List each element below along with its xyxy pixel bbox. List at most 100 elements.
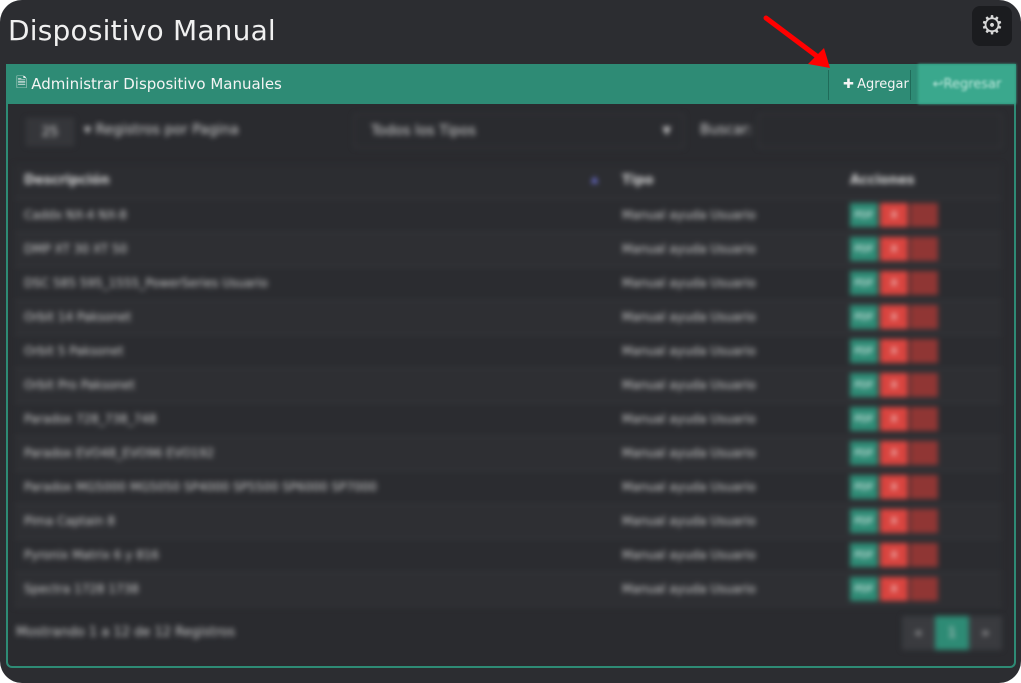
pdf-button[interactable]: PDF [850, 577, 878, 601]
cell-actions: PDF X [840, 198, 1002, 233]
row-actions: PDF X [850, 305, 1002, 329]
row-actions: PDF X [850, 339, 1002, 363]
pagination-page[interactable]: 1 [935, 616, 969, 650]
cell-type: Manual ayuda Usuario [612, 538, 840, 573]
pdf-button[interactable]: PDF [850, 305, 878, 329]
delete-button[interactable]: X [880, 271, 908, 295]
column-header-description[interactable]: Descripción ▲ [14, 164, 612, 199]
disable-button[interactable] [910, 305, 938, 329]
delete-button[interactable]: X [880, 543, 908, 567]
pdf-button[interactable]: PDF [850, 339, 878, 363]
add-button-label: Agregar [857, 76, 909, 92]
disable-button[interactable] [910, 373, 938, 397]
cell-type: Manual ayuda Usuario [612, 572, 840, 607]
table-header-row: Descripción ▲ Tipo Acciones [14, 164, 1002, 199]
cell-type: Manual ayuda Usuario [612, 470, 840, 505]
pdf-button[interactable]: PDF [850, 441, 878, 465]
row-actions: PDF X [850, 475, 1002, 499]
pdf-button[interactable]: PDF [850, 475, 878, 499]
cell-type: Manual ayuda Usuario [612, 334, 840, 369]
row-actions: PDF X [850, 543, 1002, 567]
delete-button[interactable]: X [880, 305, 908, 329]
cell-description: Paradox 728_738_748 [14, 402, 612, 437]
disable-button[interactable] [910, 441, 938, 465]
cell-description: DMP XT 30 XT 50 [14, 232, 612, 267]
page-title: Dispositivo Manual [8, 14, 276, 47]
cell-type: Manual ayuda Usuario [612, 266, 840, 301]
table-info: Mostrando 1 a 12 de 12 Registros [16, 625, 236, 640]
cell-actions: PDF X [840, 402, 1002, 437]
cell-type: Manual ayuda Usuario [612, 300, 840, 335]
cell-actions: PDF X [840, 368, 1002, 403]
cell-actions: PDF X [840, 300, 1002, 335]
table-body: Caddx NX-4 NX-8 Manual ayuda Usuario PDF X D… [14, 198, 1002, 607]
caret-down-icon: ▾ [84, 122, 92, 138]
arrow-shaft [763, 15, 825, 63]
pagination: « 1 » [902, 616, 1002, 650]
gear-icon: ⚙ [980, 11, 1004, 41]
disable-button[interactable] [910, 475, 938, 499]
cell-type: Manual ayuda Usuario [612, 402, 840, 437]
row-actions: PDF X [850, 407, 1002, 431]
disable-button[interactable] [910, 237, 938, 261]
panel-title: Administrar Dispositivo Manuales [31, 75, 282, 93]
pdf-button[interactable]: PDF [850, 271, 878, 295]
table-row: Pima Captain 8 Manual ayuda Usuario PDF X [14, 504, 1002, 539]
disable-button[interactable] [910, 577, 938, 601]
back-button[interactable]: ↩ Regresar [918, 64, 1016, 104]
pdf-button[interactable]: PDF [850, 373, 878, 397]
delete-button[interactable]: X [880, 475, 908, 499]
sort-icon: ▲ [591, 175, 598, 185]
disable-button[interactable] [910, 407, 938, 431]
table-row: Paradox 728_738_748 Manual ayuda Usuario P… [14, 402, 1002, 437]
row-actions: PDF X [850, 577, 1002, 601]
pagination-prev[interactable]: « [902, 616, 935, 650]
cell-description: Orbit 14 Paksonet [14, 300, 612, 335]
delete-button[interactable]: X [880, 509, 908, 533]
table-row: DMP XT 30 XT 50 Manual ayuda Usuario PDF X [14, 232, 1002, 267]
disable-button[interactable] [910, 271, 938, 295]
cell-description: Spectra 1728 1738 [14, 572, 612, 607]
disable-button[interactable] [910, 543, 938, 567]
back-icon: ↩ [932, 76, 944, 92]
settings-button[interactable]: ⚙ [972, 6, 1012, 46]
cell-description: Paradox EVO48_EVO96 EVO192 [14, 436, 612, 471]
search-input[interactable] [758, 114, 1002, 148]
cell-actions: PDF X [840, 572, 1002, 607]
table-row: Spectra 1728 1738 Manual ayuda Usuario PDF… [14, 572, 1002, 607]
table-controls: 25 ▾ Registros por Pagina Todos los Tipo… [14, 112, 1004, 152]
disable-button[interactable] [910, 509, 938, 533]
disable-button[interactable] [910, 203, 938, 227]
delete-button[interactable]: X [880, 577, 908, 601]
page-size-text: Registros por Pagina [95, 122, 239, 138]
devices-table: Descripción ▲ Tipo Acciones Caddx NX-4 N… [14, 164, 1002, 607]
plus-icon: ✚ [843, 76, 855, 92]
pdf-button[interactable]: PDF [850, 509, 878, 533]
add-button[interactable]: ✚ Agregar [836, 64, 916, 104]
pdf-button[interactable]: PDF [850, 237, 878, 261]
delete-button[interactable]: X [880, 373, 908, 397]
disable-button[interactable] [910, 339, 938, 363]
table-row: DSC 585 595_1555_PowerSeries Usuario Manu… [14, 266, 1002, 301]
page-size-select[interactable]: 25 [26, 118, 74, 146]
cell-description: DSC 585 595_1555_PowerSeries Usuario [14, 266, 612, 301]
document-icon: 🗎 [16, 75, 28, 91]
row-actions: PDF X [850, 203, 1002, 227]
delete-button[interactable]: X [880, 407, 908, 431]
pdf-button[interactable]: PDF [850, 203, 878, 227]
column-header-type[interactable]: Tipo [612, 164, 840, 199]
delete-button[interactable]: X [880, 441, 908, 465]
page-size-label: ▾ Registros por Pagina [84, 122, 239, 138]
pdf-button[interactable]: PDF [850, 407, 878, 431]
pdf-button[interactable]: PDF [850, 543, 878, 567]
pagination-next[interactable]: » [969, 616, 1002, 650]
cell-description: Paradox MG5000 MG5050 SP4000 SP5500 SP60… [14, 470, 612, 505]
table-row: Pyronix Matrix 6 y 816 Manual ayuda Usuar… [14, 538, 1002, 573]
cell-type: Manual ayuda Usuario [612, 198, 840, 233]
delete-button[interactable]: X [880, 203, 908, 227]
type-filter-select[interactable]: Todos los Tipos ▼ [354, 114, 684, 148]
delete-button[interactable]: X [880, 237, 908, 261]
page-size-value: 25 [41, 124, 59, 140]
row-actions: PDF X [850, 271, 1002, 295]
delete-button[interactable]: X [880, 339, 908, 363]
